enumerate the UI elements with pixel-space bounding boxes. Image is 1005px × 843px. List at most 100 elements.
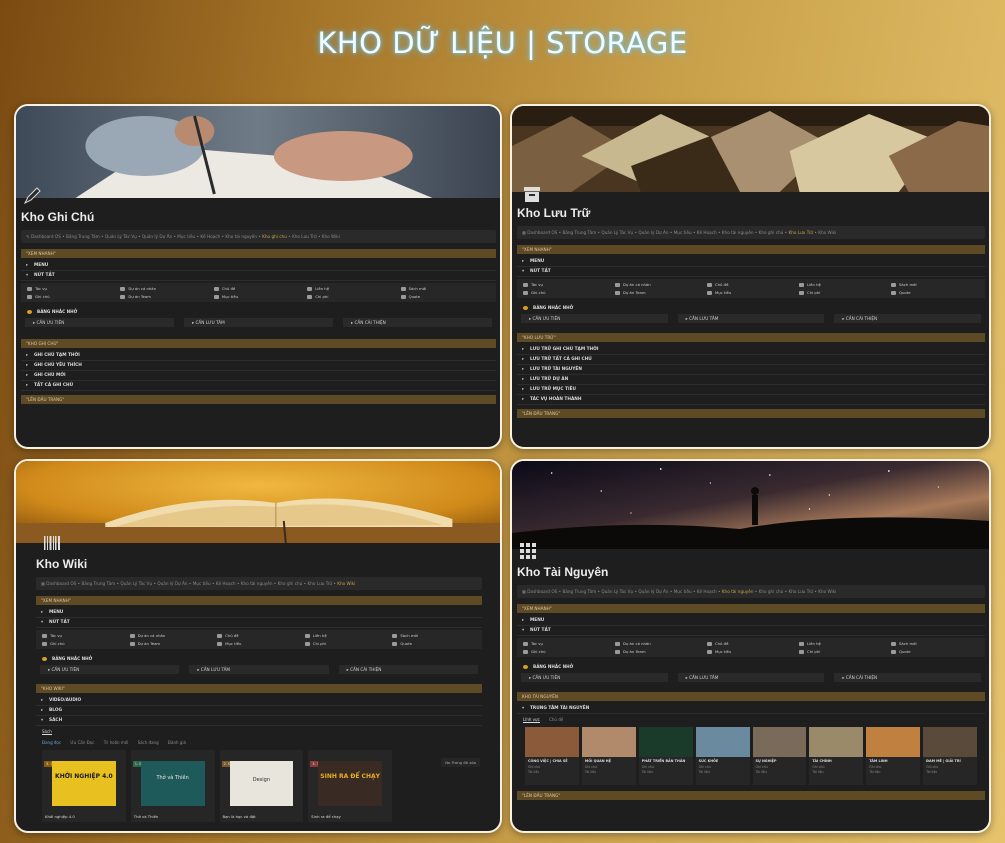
filter-sach-dang[interactable]: Sách đang [138, 740, 159, 745]
breadcrumb[interactable]: ▦ Dashboard OS • Bảng Trung Tâm • Quản L… [517, 585, 985, 598]
btn-ghi-chu[interactable]: Ghi chú [42, 641, 126, 646]
band-len-dau-trang[interactable]: "LÊN ĐẦU TRANG" [517, 409, 985, 418]
btn-chu-de[interactable]: Chủ đề [707, 641, 795, 646]
filter-dang-doc[interactable]: Đang đọc [42, 740, 61, 745]
btn-sach-moi[interactable]: Sách mới [891, 641, 979, 646]
toggle-can-luu-tam[interactable]: ▸ CẦN LƯU TÂM [189, 665, 329, 674]
toggle-can-cai-thien[interactable]: ▸ CẦN CẢI THIỆN [338, 665, 478, 674]
card-kho-ghi-chu[interactable]: Kho Ghi Chú ✎ Dashboard OS • Bảng Trung … [14, 104, 502, 449]
toggle-nut-tat[interactable]: ▾ NÚT TẮT [21, 271, 496, 281]
book-card[interactable]: 1. ĐANG ĐỌC Thở và Thiền Thở và Thiền [130, 750, 215, 822]
toggle-luu-tru-ghi-chu-tam-thoi[interactable]: ▸ LƯU TRỮ GHI CHÚ TẠM THỜI [517, 345, 985, 355]
btn-tac-vu[interactable]: Tác vụ [523, 282, 611, 287]
toggle-can-cai-thien[interactable]: ▸ CẦN CẢI THIỆN [834, 673, 982, 682]
card-kho-luu-tru[interactable]: Kho Lưu Trữ ▦ Dashboard OS • Bảng Trung … [510, 104, 991, 449]
btn-chu-de[interactable]: Chủ đề [217, 633, 301, 638]
toggle-can-cai-thien[interactable]: ▸ CẦN CẢI THIỆN [343, 318, 492, 327]
btn-muc-tieu[interactable]: Mục tiêu [707, 649, 795, 654]
resource-card[interactable]: TÀI CHÍNH Ghi chú Tài liệu [809, 727, 864, 785]
toggle-video-audio[interactable]: ▸ VIDEO/AUDIO [36, 696, 482, 706]
band-len-dau-trang[interactable]: "LÊN ĐẦU TRANG" [21, 395, 496, 404]
resource-card[interactable]: CÔNG VIỆC | CHIA SẺ Ghi chú Tài liệu [525, 727, 579, 785]
btn-ghi-chu[interactable]: Ghi chú [523, 290, 611, 295]
btn-quote[interactable]: Quote [891, 290, 979, 295]
btn-sach-moi[interactable]: Sách mới [392, 633, 476, 638]
book-card[interactable]: 3. TẠM NGƯNG SINH RA ĐỂ CHẠY Sinh ra để … [308, 750, 392, 822]
btn-sach-moi[interactable]: Sách mới [400, 286, 490, 291]
resource-card[interactable]: SỰ NGHIỆP Ghi chú Tài liệu [752, 727, 807, 785]
btn-du-an-team[interactable]: Dự án Team [120, 294, 209, 299]
toggle-can-luu-tam[interactable]: ▸ CẦN LƯU TÂM [677, 314, 825, 323]
btn-du-an-ca-nhan[interactable]: Dự án cá nhân [615, 641, 703, 646]
btn-lien-he[interactable]: Liên hệ [799, 282, 887, 287]
btn-tac-vu[interactable]: Tác vụ [27, 286, 116, 291]
btn-tac-vu[interactable]: Tác vụ [42, 633, 126, 638]
band-len-dau-trang[interactable]: "LÊN ĐẦU TRANG" [517, 791, 985, 800]
btn-du-an-ca-nhan[interactable]: Dự án cá nhân [615, 282, 703, 287]
btn-ghi-chu[interactable]: Ghi chú [27, 294, 116, 299]
btn-tac-vu[interactable]: Tác vụ [523, 641, 611, 646]
toggle-nut-tat[interactable]: ▾ NÚT TẮT [36, 618, 482, 628]
toggle-can-uu-tien[interactable]: ▸ CẦN ƯU TIÊN [40, 665, 180, 674]
btn-chu-de[interactable]: Chủ đề [213, 286, 303, 291]
breadcrumb[interactable]: ▦ Dashboard OS • Bảng Trung Tâm • Quản L… [36, 577, 482, 590]
btn-du-an-team[interactable]: Dự án Team [615, 649, 703, 654]
book-card[interactable]: 2. ĐÃ ĐỌC Design Bạn là học và đặt [219, 750, 304, 822]
btn-chu-de[interactable]: Chủ đề [707, 282, 795, 287]
btn-quote[interactable]: Quote [891, 649, 979, 654]
toggle-blog[interactable]: ▸ BLOG [36, 706, 482, 716]
toggle-ghi-chu-tam-thoi[interactable]: ▸ GHI CHÚ TẠM THỜI [21, 351, 496, 361]
resource-card[interactable]: SỨC KHỎE Ghi chú Tài liệu [695, 727, 750, 785]
toggle-ghi-chu-moi[interactable]: ▸ GHI CHÚ MỚI [21, 371, 496, 381]
toggle-luu-tru-du-an[interactable]: ▸ LƯU TRỮ DỰ ÁN [517, 375, 985, 385]
btn-du-an-team[interactable]: Dự án Team [615, 290, 703, 295]
btn-sach-moi[interactable]: Sách mới [891, 282, 979, 287]
toggle-tac-vu-hoan-thanh[interactable]: ▸ TÁC VỤ HOÀN THÀNH [517, 395, 985, 405]
btn-lien-he[interactable]: Liên hệ [304, 633, 389, 638]
breadcrumb[interactable]: ✎ Dashboard OS • Bảng Trung Tâm • Quản L… [21, 230, 496, 243]
tab-sach[interactable]: Sách [42, 729, 52, 735]
btn-chi-phi[interactable]: Chi phí [799, 290, 887, 295]
toggle-can-cai-thien[interactable]: ▸ CẦN CẢI THIỆN [834, 314, 982, 323]
btn-lien-he[interactable]: Liên hệ [799, 641, 887, 646]
filter-tri-hoan-moi[interactable]: Trì hoãn mới [104, 740, 129, 745]
btn-muc-tieu[interactable]: Mục tiêu [217, 641, 301, 646]
toggle-can-uu-tien[interactable]: ▸ CẦN ƯU TIÊN [521, 673, 668, 682]
btn-muc-tieu[interactable]: Mục tiêu [213, 294, 303, 299]
resource-card[interactable]: TÂM LINH Ghi chú Tài liệu [866, 727, 921, 785]
toggle-menu[interactable]: ▸ MENU [21, 261, 496, 271]
toggle-can-uu-tien[interactable]: ▸ CẦN ƯU TIÊN [521, 314, 668, 323]
toggle-menu[interactable]: ▸ MENU [517, 616, 985, 626]
btn-ghi-chu[interactable]: Ghi chú [523, 649, 611, 654]
btn-du-an-team[interactable]: Dự án Team [129, 641, 214, 646]
toggle-sach[interactable]: ▾ SÁCH [36, 716, 482, 726]
resource-card[interactable]: ĐAM MÊ | GIẢI TRÍ Ghi chú Tài liệu [923, 727, 977, 785]
btn-muc-tieu[interactable]: Mục tiêu [707, 290, 795, 295]
btn-chi-phi[interactable]: Chi phí [799, 649, 887, 654]
filter-uu-can-doc[interactable]: Ưu Cần Đọc [70, 740, 94, 745]
toggle-nut-tat[interactable]: ▾ NÚT TẮT [517, 626, 985, 636]
btn-chi-phi[interactable]: Chi phí [304, 641, 389, 646]
toggle-nut-tat[interactable]: ▾ NÚT TẮT [517, 267, 985, 277]
filter-danh-gia[interactable]: Đánh giá [168, 740, 186, 745]
toggle-ghi-chu-yeu-thich[interactable]: ▸ GHI CHÚ YÊU THÍCH [21, 361, 496, 371]
card-kho-wiki[interactable]: Kho Wiki ▦ Dashboard OS • Bảng Trung Tâm… [14, 459, 502, 833]
btn-quote[interactable]: Quote [392, 641, 476, 646]
book-card[interactable]: 3. CHƯA ĐỌC KHỞI NGHIỆP 4.0 Khởi nghiệp … [42, 750, 126, 822]
btn-du-an-ca-nhan[interactable]: Dự án cá nhân [129, 633, 214, 638]
btn-du-an-ca-nhan[interactable]: Dự án cá nhân [120, 286, 209, 291]
breadcrumb[interactable]: ▦ Dashboard OS • Bảng Trung Tâm • Quản L… [517, 226, 985, 239]
toggle-luu-tru-tai-nguyen[interactable]: ▸ LƯU TRỮ TÀI NGUYÊN [517, 365, 985, 375]
toggle-luu-tru-tat-ca-ghi-chu[interactable]: ▸ LƯU TRỮ TẤT CẢ GHI CHÚ [517, 355, 985, 365]
toggle-trung-tam-tai-nguyen[interactable]: ▾ TRUNG TÂM TÀI NGUYÊN [517, 704, 985, 714]
toggle-menu[interactable]: ▸ MENU [517, 257, 985, 267]
resource-card[interactable]: PHÁT TRIỂN BẢN THÂN Ghi chú Tài liệu [638, 727, 693, 785]
toggle-can-uu-tien[interactable]: ▸ CẦN ƯU TIÊN [25, 318, 174, 327]
toggle-menu[interactable]: ▸ MENU [36, 608, 482, 618]
side-list-label[interactable]: No Trang đã xóa [441, 758, 480, 767]
toggle-can-luu-tam[interactable]: ▸ CẦN LƯU TÂM [677, 673, 825, 682]
resource-card[interactable]: MỐI QUAN HỆ Ghi chú Tài liệu [581, 727, 636, 785]
tab-linh-vuc[interactable]: Lĩnh vực [523, 717, 540, 723]
tab-chu-de[interactable]: Chủ đề [549, 717, 563, 722]
btn-quote[interactable]: Quote [400, 294, 490, 299]
